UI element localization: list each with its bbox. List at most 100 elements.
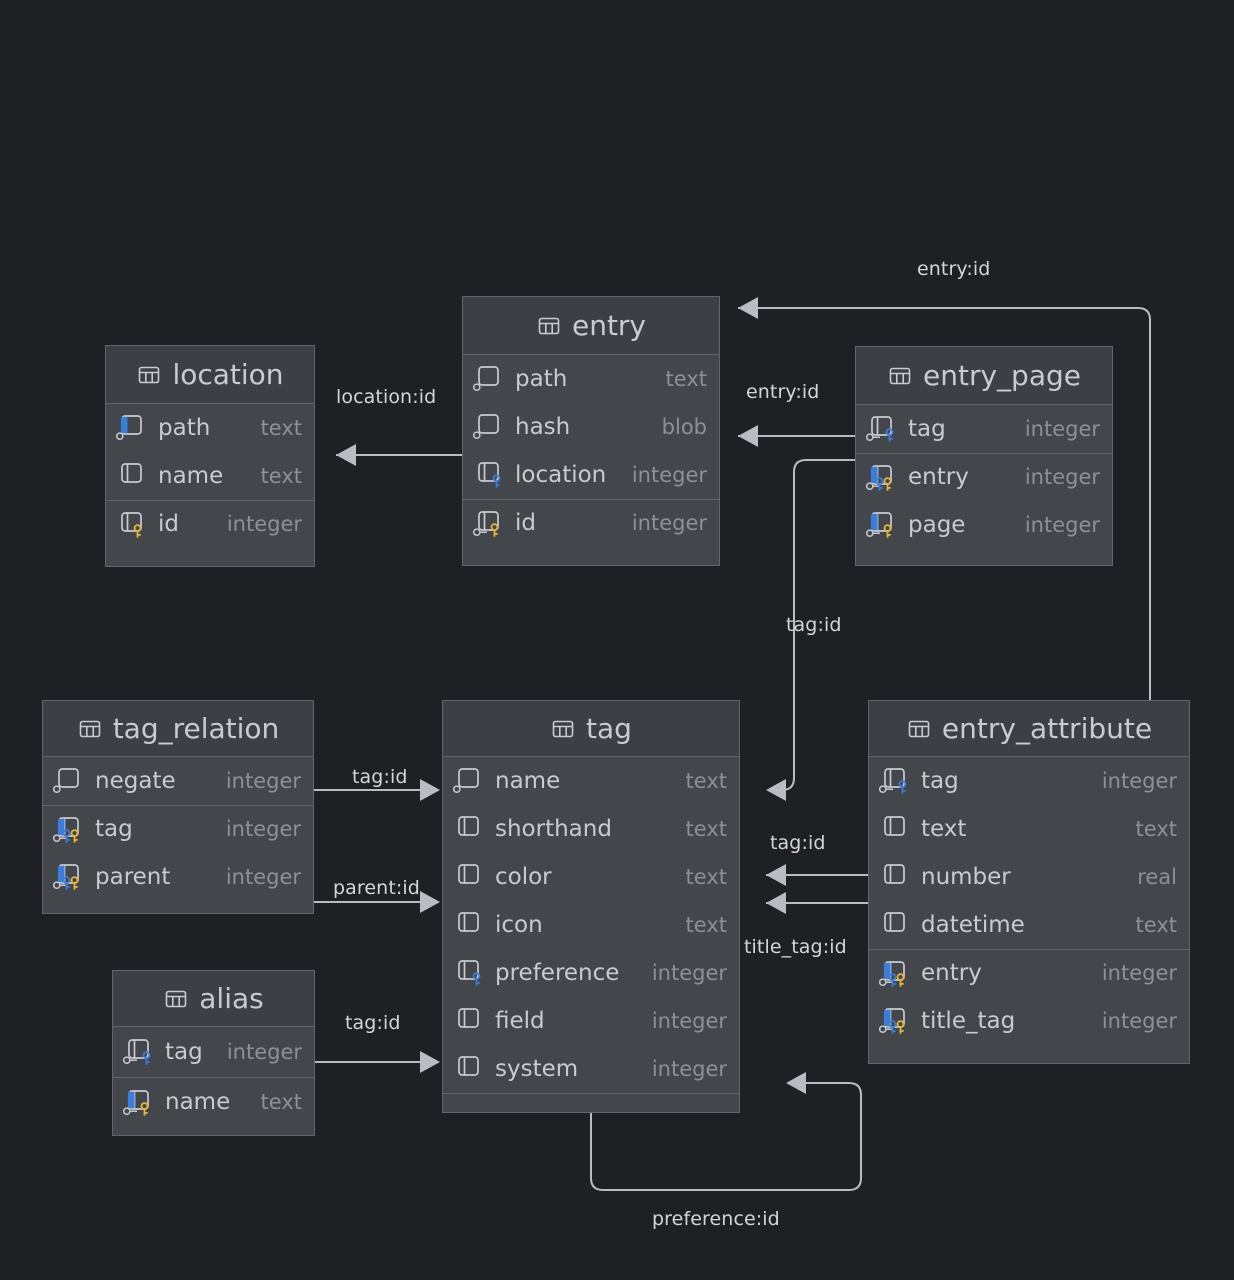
column-type: text [685, 912, 727, 937]
column-type: integer [1101, 961, 1177, 985]
table-body-tag_relation: negate integer tag integer parent integer [43, 757, 313, 901]
collapsed-primary-key-strip[interactable] [443, 1093, 739, 1108]
column-type: text [260, 415, 302, 440]
column-foreign-key-nullable-icon [879, 766, 913, 796]
column-row[interactable]: path text [106, 404, 314, 452]
column-row[interactable]: number real [869, 853, 1189, 901]
column-row[interactable]: entry integer [856, 453, 1112, 501]
table-icon [136, 362, 162, 388]
relationship-arrowhead-entry_attribute-title_tag [766, 892, 786, 914]
column-row[interactable]: entry integer [869, 949, 1189, 997]
column-row[interactable]: tag integer [869, 757, 1189, 805]
column-row[interactable]: parent integer [43, 853, 313, 901]
table-header-location[interactable]: location [106, 346, 314, 404]
column-type: integer [1101, 1008, 1177, 1033]
table-card-tag_relation[interactable]: tag_relation negate integer tag integer paren… [42, 700, 314, 914]
column-name: parent [95, 863, 171, 890]
column-type: integer [651, 1056, 727, 1081]
column-row[interactable]: field integer [443, 997, 739, 1045]
table-header-alias[interactable]: alias [113, 971, 314, 1027]
column-indexed-composite-key-icon [53, 815, 87, 845]
table-title: tag [586, 711, 632, 745]
table-card-entry[interactable]: entry path text hash blob location integer id in… [462, 296, 720, 566]
column-type: integer [1024, 465, 1100, 489]
column-icon [453, 814, 487, 844]
column-nullable-icon [473, 364, 507, 394]
column-row[interactable]: name text [106, 452, 314, 500]
table-header-entry_attribute[interactable]: entry_attribute [869, 701, 1189, 757]
column-row[interactable]: title_tag integer [869, 997, 1189, 1045]
column-row[interactable]: icon text [443, 901, 739, 949]
table-body-tag: name text shorthand text color text icon text pr… [443, 757, 739, 1108]
column-indexed-primary-key-icon [123, 1088, 157, 1118]
table-title: tag_relation [112, 711, 280, 745]
table-header-entry[interactable]: entry [463, 297, 719, 355]
column-row[interactable]: tag integer [113, 1027, 314, 1077]
column-name: title_tag [921, 1007, 1016, 1034]
column-primary-key-nullable-icon [473, 509, 507, 539]
table-header-entry_page[interactable]: entry_page [856, 347, 1112, 405]
table-header-tag[interactable]: tag [443, 701, 739, 757]
table-card-entry_attribute[interactable]: entry_attribute tag integer text text number r… [868, 700, 1190, 1064]
column-type: text [685, 768, 727, 793]
table-card-entry_page[interactable]: entry_page tag integer entry integer page inte… [855, 346, 1113, 566]
table-card-location[interactable]: location path text name text id integer [105, 345, 315, 567]
table-card-alias[interactable]: alias tag integer name text [112, 970, 315, 1136]
column-row[interactable]: name text [443, 757, 739, 805]
column-row[interactable]: hash blob [463, 403, 719, 451]
column-name: entry [908, 464, 969, 490]
column-type: blob [661, 414, 707, 439]
column-row[interactable]: page integer [856, 501, 1112, 549]
column-row[interactable]: shorthand text [443, 805, 739, 853]
column-type: integer [225, 817, 301, 841]
column-row[interactable]: text text [869, 805, 1189, 853]
column-icon [453, 1006, 487, 1036]
column-type: integer [225, 768, 301, 793]
column-name: id [515, 510, 536, 536]
column-primary-key-icon [116, 510, 150, 540]
column-row[interactable]: datetime text [869, 901, 1189, 949]
column-icon [453, 862, 487, 892]
er-diagram-canvas: location:id entry:id entry:id tag:id tag:id t… [0, 0, 1234, 1280]
column-name: color [495, 863, 552, 890]
column-row[interactable]: preference integer [443, 949, 739, 997]
column-name: preference [495, 959, 620, 986]
column-row[interactable]: id integer [106, 500, 314, 548]
column-row[interactable]: negate integer [43, 757, 313, 805]
column-name: number [921, 863, 1011, 890]
table-title: entry_page [923, 358, 1081, 392]
column-name: text [921, 815, 967, 842]
column-row[interactable]: name text [113, 1077, 314, 1127]
column-indexed-composite-key-icon [53, 862, 87, 892]
table-body-alias: tag integer name text [113, 1027, 314, 1127]
column-name: field [495, 1007, 545, 1034]
column-row[interactable]: path text [463, 355, 719, 403]
column-row[interactable]: id integer [463, 499, 719, 547]
table-icon [906, 716, 932, 742]
relationship-label-entry_page-tag: tag:id [786, 614, 842, 636]
column-indexed-primary-key-icon [866, 510, 900, 540]
column-name: tag [921, 767, 959, 794]
relationship-arrowhead-tag-preference-self [786, 1072, 806, 1094]
relationship-arrowhead-tag_relation-parent [420, 891, 440, 913]
column-type: integer [226, 1039, 302, 1064]
column-name: page [908, 511, 966, 538]
column-foreign-key-icon [453, 958, 487, 988]
column-icon [879, 910, 913, 940]
column-foreign-key-nullable-icon [866, 414, 900, 444]
column-row[interactable]: location integer [463, 451, 719, 499]
column-type: text [260, 463, 302, 488]
column-name: path [158, 414, 211, 441]
column-row[interactable]: tag integer [43, 805, 313, 853]
column-row[interactable]: color text [443, 853, 739, 901]
column-name: tag [908, 415, 946, 442]
table-header-tag_relation[interactable]: tag_relation [43, 701, 313, 757]
column-row[interactable]: system integer [443, 1045, 739, 1093]
relationship-arrowhead-alias-tag [420, 1051, 440, 1073]
column-row[interactable]: tag integer [856, 405, 1112, 453]
column-indexed-composite-key-icon [879, 1006, 913, 1036]
table-card-tag[interactable]: tag name text shorthand text color text icon tex… [442, 700, 740, 1113]
column-icon [453, 910, 487, 940]
column-type: integer [651, 960, 727, 985]
column-name: negate [95, 767, 176, 794]
